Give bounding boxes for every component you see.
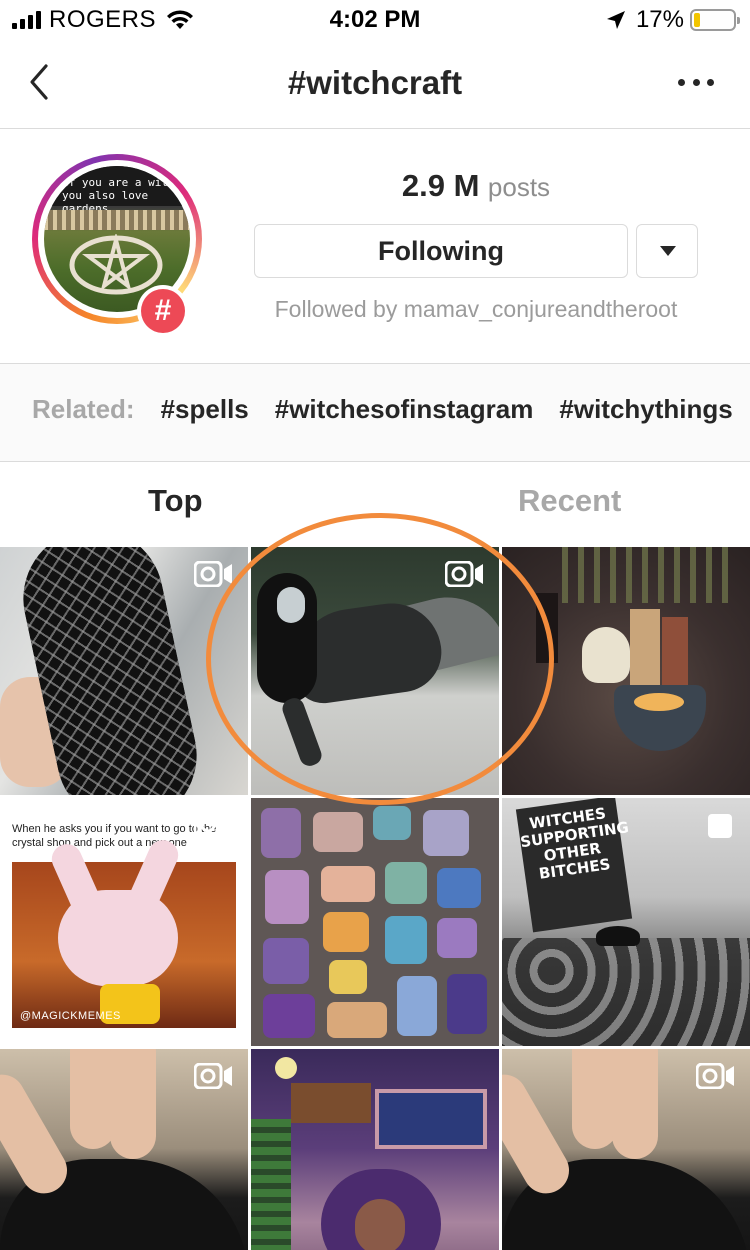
feed-tabs: Top Recent [0, 463, 750, 547]
grid-post-5[interactable] [251, 798, 499, 1046]
post-grid: When he asks you if you want to go to th… [0, 547, 750, 1250]
nav-bar: #witchcraft [0, 40, 750, 129]
tab-recent[interactable]: Recent [518, 483, 621, 519]
related-tag[interactable]: #witchesofinstagram [275, 394, 534, 425]
post-watermark: @MAGICKMEMES [20, 1010, 121, 1022]
page-title: #witchcraft [287, 64, 463, 101]
posts-count: 2.9 M [401, 168, 480, 203]
video-camera-icon [194, 812, 232, 838]
location-arrow-icon [606, 11, 625, 29]
video-camera-icon [194, 1063, 232, 1089]
more-options-button[interactable] [678, 72, 714, 92]
hashtag-badge: # [137, 285, 189, 337]
grid-post-1[interactable] [0, 547, 248, 795]
battery-fill [694, 13, 700, 27]
posts-label: posts [487, 172, 551, 202]
related-label: Related: [32, 394, 135, 424]
hashtag-header: If you are a witch you also love gardens… [0, 130, 750, 364]
grid-post-8[interactable] [251, 1049, 499, 1250]
related-hashtags: Related: #spells #witchesofinstagram #wi… [0, 364, 750, 462]
battery-icon [690, 9, 740, 31]
following-button[interactable]: Following [254, 224, 628, 278]
grid-post-4[interactable]: When he asks you if you want to go to th… [0, 798, 248, 1046]
status-bar: ROGERS 4:02 PM 17% [0, 0, 750, 40]
carousel-icon [708, 814, 732, 838]
grid-post-9[interactable] [502, 1049, 750, 1250]
hashtag-icon: # [141, 289, 185, 333]
grid-post-2[interactable] [251, 547, 499, 795]
related-tag[interactable]: #witchythings [559, 394, 732, 425]
caret-down-icon [660, 246, 676, 256]
posts-stat: 2.9 M posts [254, 168, 698, 204]
more-horizontal-icon [678, 78, 685, 86]
status-right: 17% [606, 6, 740, 34]
grid-post-3[interactable] [502, 547, 750, 795]
video-camera-icon [696, 1063, 734, 1089]
protest-sign: WITCHES SUPPORTING OTHER BITCHES [515, 798, 633, 933]
follow-options-dropdown[interactable] [636, 224, 698, 278]
video-camera-icon [445, 561, 483, 587]
related-tag[interactable]: #spells [161, 394, 249, 425]
video-camera-icon [194, 561, 232, 587]
followed-by-text[interactable]: Followed by mamav_conjureandtheroot [254, 296, 698, 323]
pentacle-icon [69, 234, 163, 295]
tab-top[interactable]: Top [148, 483, 203, 519]
grid-post-6[interactable]: WITCHES SUPPORTING OTHER BITCHES [502, 798, 750, 1046]
grid-post-7[interactable] [0, 1049, 248, 1250]
battery-percent: 17% [635, 6, 684, 33]
